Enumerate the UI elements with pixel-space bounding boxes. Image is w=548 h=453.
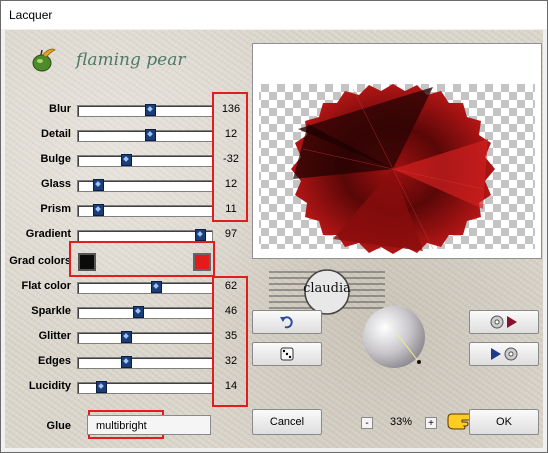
brand-name: flaming pear [76,50,186,70]
slider-label-glitter: Glitter [38,330,71,342]
slider-prism[interactable] [77,204,213,217]
slider-thumb[interactable] [133,306,144,318]
grad-colors-highlight [69,241,215,277]
load-preset-button[interactable] [469,310,539,334]
grad-colors-label: Grad colors [9,255,71,267]
slider-label-prism: Prism [40,203,71,215]
slider-thumb[interactable] [145,129,156,141]
slider-thumb[interactable] [93,179,104,191]
slider-thumb[interactable] [151,281,162,293]
slider-thumb[interactable] [121,154,132,166]
glue-value: multibright [96,420,147,432]
values-highlight-bottom [212,276,248,407]
save-preset-button[interactable] [469,342,539,366]
slider-flat-color[interactable] [77,281,213,294]
slider-thumb[interactable] [145,104,156,116]
values-highlight-top [212,92,248,222]
title-bar: Lacquer [1,1,547,29]
slider-glitter[interactable] [77,331,213,344]
slider-label-blur: Blur [49,103,71,115]
load-preset-icon [490,315,517,329]
slider-value-gradient: 97 [224,228,238,240]
zoom-in-button[interactable]: + [425,417,437,429]
slider-sparkle[interactable] [77,306,213,319]
slider-edges[interactable] [77,356,213,369]
zoom-level: 33% [389,416,413,428]
lacquer-window: Lacquer flaming pear Blur 136 Detail 12 Bulg… [0,0,548,453]
slider-label-gradient: Gradient [25,228,71,240]
slider-glass[interactable] [77,179,213,192]
slider-label-edges: Edges [37,355,71,367]
cancel-button[interactable]: Cancel [252,409,322,435]
glue-select[interactable]: multibright [87,415,211,435]
save-preset-icon [491,347,518,361]
dialog-body: flaming pear Blur 136 Detail 12 Bulge -32 Glas… [5,30,543,448]
slider-thumb[interactable] [96,381,107,393]
undo-icon [280,316,293,329]
watermark-text: claudia [303,281,351,296]
slider-label-glass: Glass [41,178,71,190]
slider-label-flat-color: Flat color [21,280,71,292]
slider-detail[interactable] [77,129,213,142]
slider-lucidity[interactable] [77,381,213,394]
slider-thumb[interactable] [195,229,206,241]
slider-label-detail: Detail [41,128,71,140]
ok-button[interactable]: OK [469,409,539,435]
window-title: Lacquer [9,8,53,22]
zoom-out-button[interactable]: - [361,417,373,429]
preview-image [259,84,535,254]
slider-blur[interactable] [77,104,213,117]
random-button[interactable] [252,342,322,366]
light-direction-sphere[interactable] [361,304,427,370]
preview-panel [252,43,542,259]
slider-thumb[interactable] [121,356,132,368]
undo-button[interactable] [252,310,322,334]
flaming-pear-logo [32,48,56,72]
slider-label-bulge: Bulge [40,153,71,165]
slider-label-sparkle: Sparkle [31,305,71,317]
dice-icon [280,347,294,361]
slider-thumb[interactable] [93,204,104,216]
slider-thumb[interactable] [121,331,132,343]
slider-bulge[interactable] [77,154,213,167]
glue-label: Glue [46,420,71,432]
slider-label-lucidity: Lucidity [28,380,71,392]
